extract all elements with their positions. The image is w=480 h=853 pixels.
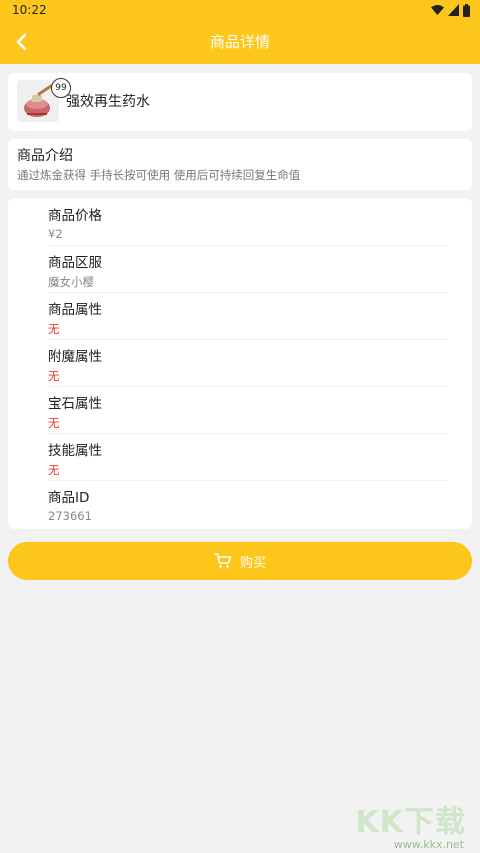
attr-property: 商品属性 无 xyxy=(48,292,448,340)
attr-value: 273661 xyxy=(48,509,92,523)
attributes-card: 商品价格 ¥2 商品区服 魔女小樱 商品属性 无 附魔属性 无 宝石属性 无 技… xyxy=(8,198,472,529)
attr-server: 商品区服 魔女小樱 xyxy=(48,245,448,293)
attr-id: 商品ID 273661 xyxy=(48,480,448,527)
buy-button-label: 购买 xyxy=(239,555,266,571)
page-title: 商品详情 xyxy=(209,33,270,51)
product-card: 99 强效再生药水 xyxy=(8,73,472,131)
buy-button[interactable]: 购买 xyxy=(8,542,472,580)
watermark: KK下载 www.kkx.net xyxy=(346,797,466,851)
intro-card: 商品介绍 通过炼金获得 手持长按可使用 使用后可持续回复生命值 xyxy=(8,139,472,190)
product-thumbnail[interactable]: 99 xyxy=(17,78,71,122)
app-bar: 商品详情 xyxy=(0,20,480,64)
status-icons xyxy=(431,3,470,17)
cart-icon xyxy=(214,553,232,568)
attr-value: 无 xyxy=(48,463,60,477)
attr-label: 商品价格 xyxy=(48,208,102,224)
status-bar: 10:22 xyxy=(0,0,480,20)
attr-enchant: 附魔属性 无 xyxy=(48,339,448,387)
signal-icon xyxy=(448,4,459,16)
attr-price: 商品价格 ¥2 xyxy=(48,198,448,246)
wifi-icon xyxy=(431,5,444,15)
attr-label: 附魔属性 xyxy=(48,349,102,365)
attr-value: 魔女小樱 xyxy=(48,275,94,289)
attr-label: 商品区服 xyxy=(48,255,102,271)
attr-label: 商品属性 xyxy=(48,302,102,318)
attr-label: 宝石属性 xyxy=(48,396,102,412)
attr-value: 无 xyxy=(48,416,60,430)
watermark-logo: KK下载 xyxy=(355,805,466,840)
intro-title: 商品介绍 xyxy=(17,148,73,164)
intro-description: 通过炼金获得 手持长按可使用 使用后可持续回复生命值 xyxy=(17,168,301,182)
attr-label: 技能属性 xyxy=(48,443,102,459)
attr-gem: 宝石属性 无 xyxy=(48,386,448,434)
attr-value: 无 xyxy=(48,369,60,383)
attr-skill: 技能属性 无 xyxy=(48,433,448,481)
attr-value: 无 xyxy=(48,322,60,336)
attr-label: 商品ID xyxy=(48,490,90,506)
product-name: 强效再生药水 xyxy=(66,94,150,110)
watermark-url: www.kkx.net xyxy=(393,838,464,851)
attr-value: ¥2 xyxy=(48,227,63,241)
status-time: 10:22 xyxy=(12,3,47,17)
battery-icon xyxy=(463,3,470,17)
